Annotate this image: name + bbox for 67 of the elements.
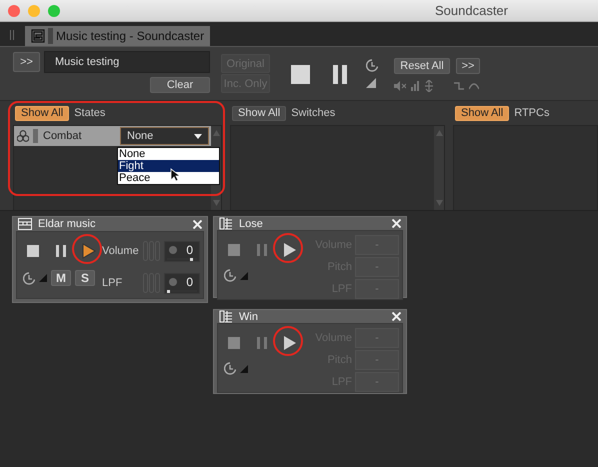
panel-title: RTPCs [514, 107, 550, 119]
sound-icon [219, 310, 233, 323]
state-row[interactable]: Combat None [14, 126, 211, 146]
close-icon[interactable] [392, 312, 401, 321]
mouse-cursor-icon [170, 168, 179, 182]
level-bars-icon[interactable] [411, 81, 419, 91]
panel-title: States [74, 107, 106, 119]
scroll-up-icon[interactable] [212, 130, 220, 136]
logo-icon [31, 29, 45, 43]
toggle-button[interactable]: S [75, 270, 95, 286]
triangle-icon[interactable] [366, 78, 376, 88]
window-control-button[interactable] [28, 4, 40, 16]
state-name: Combat [43, 130, 82, 142]
grip-icon [10, 30, 15, 40]
close-icon[interactable] [193, 220, 202, 228]
clock-icon[interactable] [23, 272, 35, 284]
slider-thumb[interactable] [190, 258, 193, 260]
value-field[interactable]: 0 [164, 240, 200, 262]
show-all-button[interactable]: Show All [455, 106, 510, 120]
window-control-button[interactable] [8, 4, 20, 16]
scroll-up-icon[interactable] [436, 130, 442, 136]
session-name-field[interactable]: Music testing [44, 51, 210, 73]
pause-button[interactable] [333, 65, 347, 84]
control-label: Volume [102, 245, 140, 257]
play-button[interactable] [82, 243, 96, 259]
pause-button[interactable] [56, 245, 66, 257]
segment-icon [18, 218, 32, 230]
expand-button[interactable]: >> [13, 52, 40, 72]
player-title: Win [239, 310, 258, 322]
play-button[interactable] [283, 335, 297, 351]
step-curve-icon[interactable] [454, 81, 464, 91]
value-text: 0 [186, 274, 193, 288]
tab-marker-icon [48, 28, 53, 44]
panel-title: Switches [291, 107, 336, 119]
clock-icon[interactable] [366, 59, 378, 72]
scroll-down-icon[interactable] [212, 200, 220, 206]
value-field[interactable]: 0 [164, 272, 200, 294]
dropdown-option[interactable]: Fight [118, 160, 219, 172]
control-label: LPF [102, 277, 124, 289]
value-text: 0 [186, 242, 193, 256]
show-all-button[interactable]: Show All [15, 106, 70, 120]
state-group-icon [17, 130, 29, 142]
sound-icon [219, 217, 233, 230]
close-icon[interactable] [392, 219, 401, 228]
knob-icon [169, 278, 177, 286]
wave-curve-icon[interactable] [469, 82, 479, 90]
dropdown-caret-icon [194, 134, 202, 138]
scrollbar[interactable] [434, 126, 444, 210]
reset-all-button[interactable]: Reset All [394, 58, 450, 74]
tab[interactable]: Music testing - Soundcaster [25, 26, 210, 46]
clock-icon[interactable] [224, 362, 236, 375]
toggle-button[interactable]: M [51, 270, 71, 286]
slider-thumb[interactable] [167, 290, 170, 292]
vertical-move-icon[interactable] [424, 80, 434, 92]
more-button[interactable]: >> [456, 58, 480, 74]
window-title: Soundcaster [435, 3, 508, 18]
knob-icon [169, 246, 177, 254]
player-title: Eldar music [38, 218, 96, 230]
state-dropdown[interactable]: None [120, 127, 209, 145]
play-button[interactable] [283, 242, 297, 258]
mute-icon[interactable] [394, 81, 406, 91]
player-title: Lose [239, 218, 263, 230]
show-all-button[interactable]: Show All [232, 106, 286, 120]
clock-icon[interactable] [224, 269, 236, 282]
window-control-button[interactable] [48, 4, 60, 16]
scroll-down-icon[interactable] [436, 200, 442, 206]
clear-button[interactable]: Clear [150, 77, 210, 93]
